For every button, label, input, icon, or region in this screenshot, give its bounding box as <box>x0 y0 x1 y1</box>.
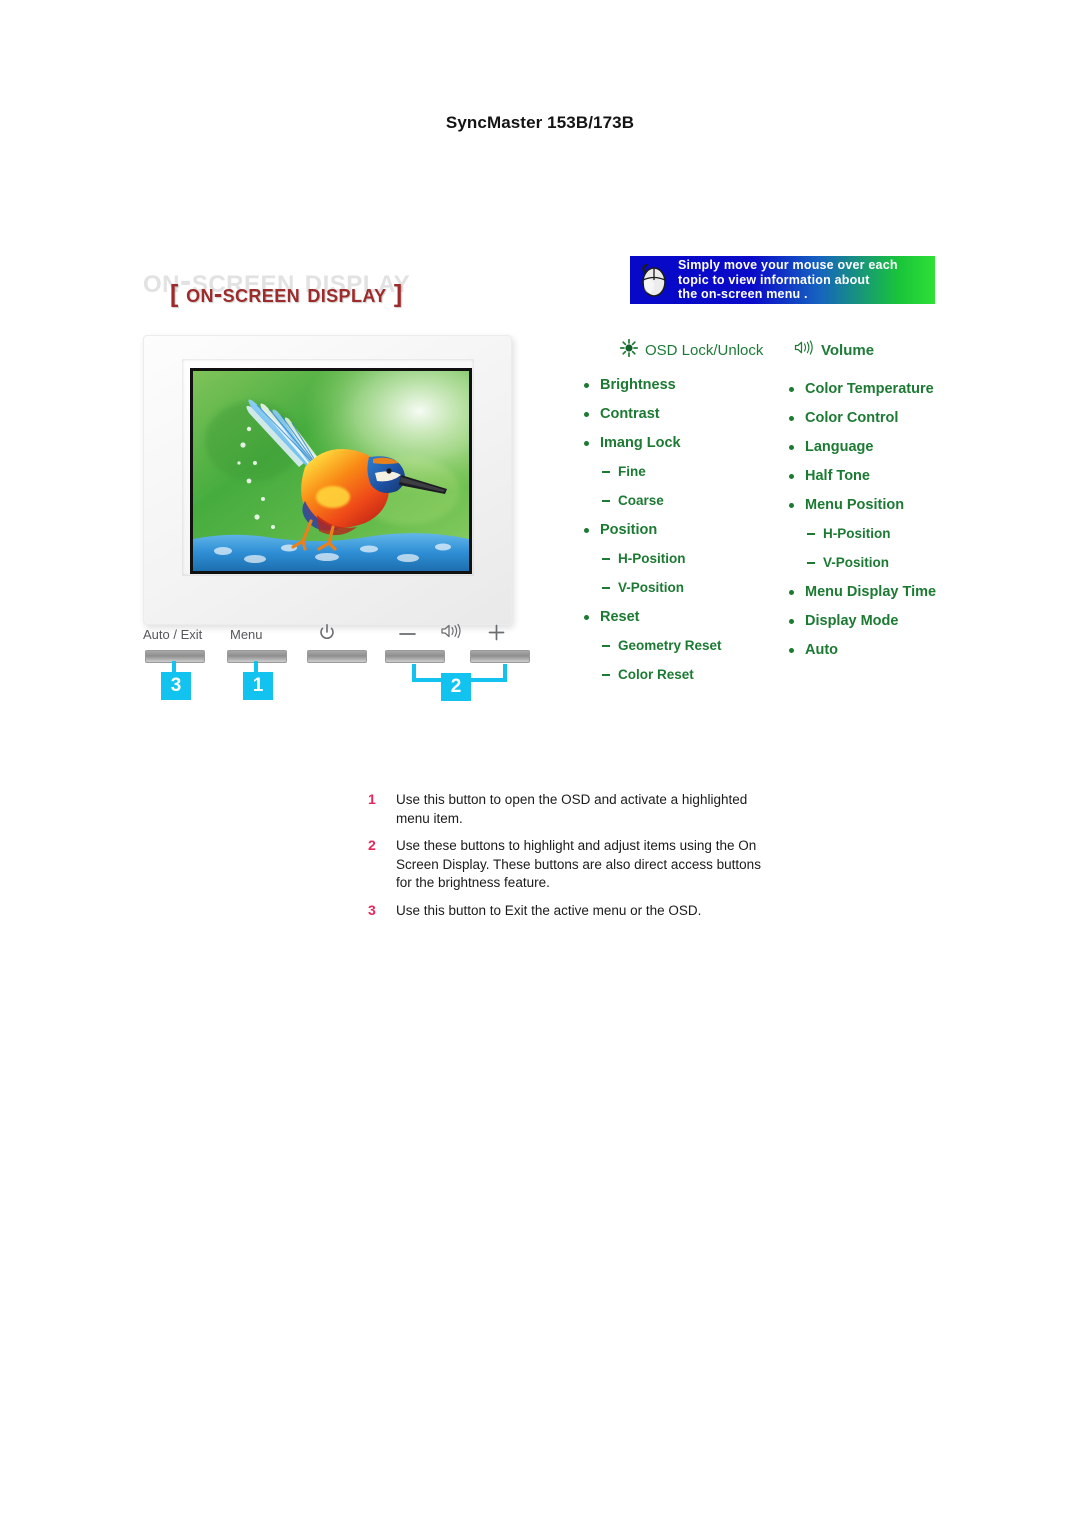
section-heading: On-Screen Display [ On-Screen Display ] <box>143 262 543 318</box>
menu-item-half-tone[interactable]: Half Tone <box>783 468 983 484</box>
menu-item-coarse[interactable]: Coarse <box>578 493 768 509</box>
menu-item-color-reset[interactable]: Color Reset <box>578 667 768 683</box>
instruction-list: 1 Use this button to open the OSD and act… <box>368 791 768 929</box>
instruction-text: Use this button to open the OSD and acti… <box>396 792 748 826</box>
speaker-volume-icon <box>794 340 814 360</box>
menu-item-h-position[interactable]: H-Position <box>783 526 983 542</box>
instruction-row: 3 Use this button to Exit the active menu… <box>368 902 768 921</box>
mouse-icon <box>630 262 678 298</box>
osd-lock-unlock-label: OSD Lock/Unlock <box>645 342 764 359</box>
osd-lock-unlock-item[interactable]: OSD Lock/Unlock <box>619 338 764 362</box>
menu-item-imang-lock[interactable]: Imang Lock <box>578 435 768 451</box>
info-banner: Simply move your mouse over each topic t… <box>630 256 935 304</box>
page-title: SyncMaster 153B/173B <box>445 113 635 132</box>
menu-item-v-position[interactable]: V-Position <box>578 580 768 596</box>
menu-item-reset[interactable]: Reset <box>578 609 768 625</box>
menu-item-fine[interactable]: Fine <box>578 464 768 480</box>
menu-item-color-control[interactable]: Color Control <box>783 410 983 426</box>
menu-item-v-position[interactable]: V-Position <box>783 555 983 571</box>
monitor-screen <box>190 368 472 574</box>
heading-title-text: [ On-Screen Display ] <box>170 280 403 308</box>
plus-icon <box>488 624 505 644</box>
menu-item-brightness[interactable]: Brightness <box>578 377 768 393</box>
instruction-number: 3 <box>368 901 376 918</box>
menu-item-display-mode[interactable]: Display Mode <box>783 613 983 629</box>
monitor-bezel <box>182 359 474 576</box>
menu-item-color-temperature[interactable]: Color Temperature <box>783 381 983 397</box>
brightness-sun-icon <box>619 338 639 362</box>
menu-item-auto[interactable]: Auto <box>783 642 983 658</box>
menu-item-menu-position[interactable]: Menu Position <box>783 497 983 513</box>
menu-item-contrast[interactable]: Contrast <box>578 406 768 422</box>
plus-button[interactable] <box>470 650 530 663</box>
monitor-illustration <box>143 335 512 625</box>
callout-2: 2 <box>441 673 471 701</box>
osd-menu-left-column: Brightness Contrast Imang Lock Fine Coarse Po… <box>578 377 768 696</box>
instruction-number: 2 <box>368 837 376 853</box>
power-icon <box>319 624 335 645</box>
minus-button[interactable] <box>385 650 445 663</box>
kingfisher-bird-photo <box>193 371 469 571</box>
menu-item-position[interactable]: Position <box>578 522 768 538</box>
instruction-number: 1 <box>368 791 376 807</box>
instruction-text: Use these buttons to highlight and adjus… <box>396 838 761 890</box>
power-button[interactable] <box>307 650 367 663</box>
instruction-text: Use this button to Exit the active menu … <box>396 902 702 918</box>
monitor-button-row: Auto / Exit Menu 3 1 2 <box>143 623 533 701</box>
menu-item-geometry-reset[interactable]: Geometry Reset <box>578 638 768 654</box>
instruction-row: 2 Use these buttons to highlight and adju… <box>368 837 768 893</box>
auto-exit-button-label: Auto / Exit <box>143 627 203 642</box>
menu-item-language[interactable]: Language <box>783 439 983 455</box>
speaker-volume-icon <box>440 623 462 642</box>
menu-button-label: Menu <box>230 627 263 642</box>
menu-item-menu-display-time[interactable]: Menu Display Time <box>783 584 983 600</box>
callout-3: 3 <box>161 672 191 700</box>
instruction-row: 1 Use this button to open the OSD and act… <box>368 791 768 828</box>
minus-icon <box>399 628 416 643</box>
osd-menu-right-column: Color Temperature Color Control Language Ha… <box>783 381 983 671</box>
menu-item-h-position[interactable]: H-Position <box>578 551 768 567</box>
volume-label: Volume <box>821 341 875 359</box>
volume-item[interactable]: Volume <box>794 340 874 360</box>
banner-text: Simply move your mouse over each topic t… <box>678 258 898 302</box>
osd-top-row: OSD Lock/Unlock Volume <box>619 338 940 365</box>
callout-1: 1 <box>243 672 273 700</box>
